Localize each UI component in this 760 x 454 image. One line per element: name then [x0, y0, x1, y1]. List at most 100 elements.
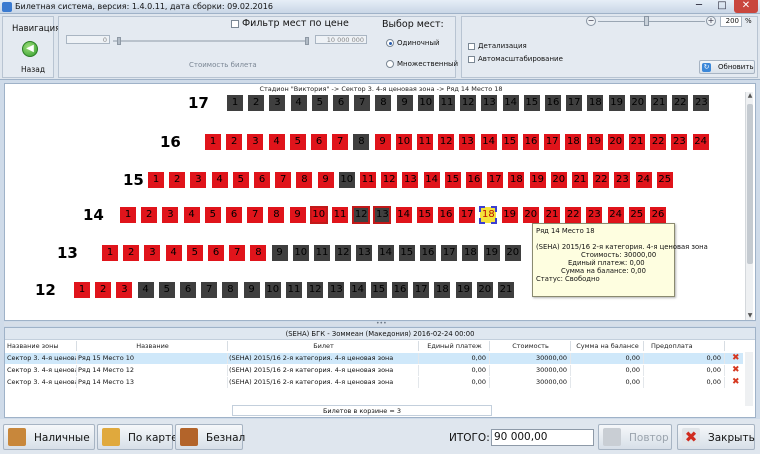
seat-row15-9[interactable]: 9: [317, 172, 334, 188]
seat-row13-12[interactable]: 12: [335, 245, 352, 261]
col-header-price[interactable]: Стоимость: [491, 341, 571, 351]
seat-row16-17[interactable]: 17: [544, 134, 561, 150]
seat-row15-19[interactable]: 19: [529, 172, 546, 188]
table-row[interactable]: Сектор 3. 4-я ценовая... Ряд 15 Место 10…: [5, 353, 743, 364]
seat-row16-11[interactable]: 11: [417, 134, 433, 150]
seat-row17-12[interactable]: 12: [460, 95, 477, 111]
seat-row12-8[interactable]: 8: [222, 282, 239, 298]
seat-row12-19[interactable]: 19: [455, 282, 472, 298]
seat-row12-16[interactable]: 16: [392, 282, 408, 298]
seat-row17-6[interactable]: 6: [333, 95, 349, 111]
seat-row15-6[interactable]: 6: [254, 172, 270, 188]
seat-row15-5[interactable]: 5: [232, 172, 249, 188]
seat-row17-20[interactable]: 20: [629, 95, 646, 111]
cart-scrollbar[interactable]: [745, 352, 753, 406]
seat-row14-22[interactable]: 22: [565, 207, 582, 223]
scroll-thumb[interactable]: [747, 104, 753, 264]
zoom-slider-thumb[interactable]: [644, 16, 649, 26]
seat-row12-5[interactable]: 5: [158, 282, 175, 298]
col-header-balance[interactable]: Сумма на балансе: [572, 341, 644, 351]
zoom-value-input[interactable]: 200: [720, 16, 742, 27]
seat-row15-22[interactable]: 22: [593, 172, 610, 188]
seat-row13-13[interactable]: 13: [356, 245, 373, 261]
multiple-mode-radio[interactable]: [386, 60, 394, 68]
col-header-ticket[interactable]: Билет: [229, 341, 419, 351]
minimize-button[interactable]: ─: [688, 0, 710, 13]
seat-row17-13[interactable]: 13: [481, 95, 498, 111]
autoscale-label[interactable]: Автомасштабирование: [478, 55, 563, 63]
seat-row12-20[interactable]: 20: [476, 282, 493, 298]
seat-row13-10[interactable]: 10: [292, 245, 309, 261]
seat-row15-12[interactable]: 12: [381, 172, 398, 188]
seat-row15-20[interactable]: 20: [550, 172, 567, 188]
seat-row12-6[interactable]: 6: [180, 282, 196, 298]
seat-row17-23[interactable]: 23: [693, 95, 710, 111]
seat-row17-11[interactable]: 11: [439, 95, 455, 111]
maximize-button[interactable]: □: [711, 0, 733, 13]
back-label[interactable]: Назад: [21, 65, 45, 74]
card-button[interactable]: По карте: [97, 424, 178, 450]
seat-row13-7[interactable]: 7: [229, 245, 246, 261]
seat-row12-13[interactable]: 13: [328, 282, 345, 298]
scroll-down-icon[interactable]: ▼: [746, 312, 754, 320]
seat-row14-8[interactable]: 8: [268, 207, 285, 223]
seat-row16-19[interactable]: 19: [586, 134, 603, 150]
price-min-input[interactable]: 0: [66, 35, 110, 44]
seat-row15-24[interactable]: 24: [635, 172, 652, 188]
multiple-mode-label[interactable]: Множественный: [397, 60, 458, 68]
seat-row13-1[interactable]: 1: [102, 245, 118, 261]
seat-row14-10[interactable]: 10: [309, 206, 328, 224]
price-slider-track[interactable]: [113, 40, 309, 42]
col-header-name[interactable]: Название: [78, 341, 228, 351]
seat-row16-10[interactable]: 10: [395, 134, 412, 150]
seat-row13-2[interactable]: 2: [123, 245, 140, 261]
seat-row15-13[interactable]: 13: [402, 172, 419, 188]
autoscale-checkbox[interactable]: [468, 56, 475, 63]
seat-row15-16[interactable]: 16: [466, 172, 482, 188]
seat-row17-3[interactable]: 3: [269, 95, 286, 111]
seat-row16-24[interactable]: 24: [692, 134, 709, 150]
delete-x-icon[interactable]: ✖: [732, 378, 740, 387]
seat-row15-4[interactable]: 4: [211, 172, 228, 188]
seat-row12-15[interactable]: 15: [370, 282, 387, 298]
seat-row15-15[interactable]: 15: [444, 172, 461, 188]
seat-row16-22[interactable]: 22: [650, 134, 667, 150]
seat-row15-3[interactable]: 3: [190, 172, 207, 188]
seat-row16-14[interactable]: 14: [480, 134, 497, 150]
seat-row15-18[interactable]: 18: [508, 172, 525, 188]
seat-row12-12[interactable]: 12: [307, 282, 324, 298]
seat-row13-9[interactable]: 9: [271, 245, 288, 261]
seat-row17-15[interactable]: 15: [523, 95, 540, 111]
close-window-button[interactable]: ✕: [734, 0, 758, 13]
seat-row14-3[interactable]: 3: [162, 207, 179, 223]
seat-row16-8[interactable]: 8: [353, 134, 370, 150]
seat-row12-10[interactable]: 10: [264, 282, 281, 298]
price-filter-checkbox[interactable]: [231, 20, 239, 28]
seat-row14-4[interactable]: 4: [183, 207, 200, 223]
seat-row14-25[interactable]: 25: [628, 207, 645, 223]
seat-row16-20[interactable]: 20: [607, 134, 624, 150]
seat-row12-4[interactable]: 4: [137, 282, 154, 298]
seat-row16-4[interactable]: 4: [268, 134, 285, 150]
seat-row12-3[interactable]: 3: [116, 282, 133, 298]
seat-row16-21[interactable]: 21: [629, 134, 645, 150]
seat-row15-11[interactable]: 11: [360, 172, 376, 188]
seat-row16-18[interactable]: 18: [565, 134, 582, 150]
seat-row13-8[interactable]: 8: [250, 245, 267, 261]
seat-row17-18[interactable]: 18: [587, 95, 604, 111]
seat-row17-19[interactable]: 19: [608, 95, 625, 111]
seat-row17-2[interactable]: 2: [248, 95, 265, 111]
seat-row17-8[interactable]: 8: [375, 95, 392, 111]
seat-row13-16[interactable]: 16: [420, 245, 436, 261]
arrow-left-icon[interactable]: ◀: [22, 41, 38, 57]
seat-row13-19[interactable]: 19: [483, 245, 500, 261]
seat-row14-6[interactable]: 6: [226, 207, 242, 223]
seat-row13-17[interactable]: 17: [441, 245, 458, 261]
scroll-up-icon[interactable]: ▲: [746, 92, 754, 100]
zoom-in-button[interactable]: +: [706, 16, 716, 26]
delete-x-icon[interactable]: ✖: [732, 366, 740, 375]
refresh-button[interactable]: ↻ Обновить: [699, 60, 755, 74]
seat-row17-22[interactable]: 22: [672, 95, 689, 111]
seat-row14-20[interactable]: 20: [522, 207, 539, 223]
single-mode-radio[interactable]: [386, 39, 394, 47]
